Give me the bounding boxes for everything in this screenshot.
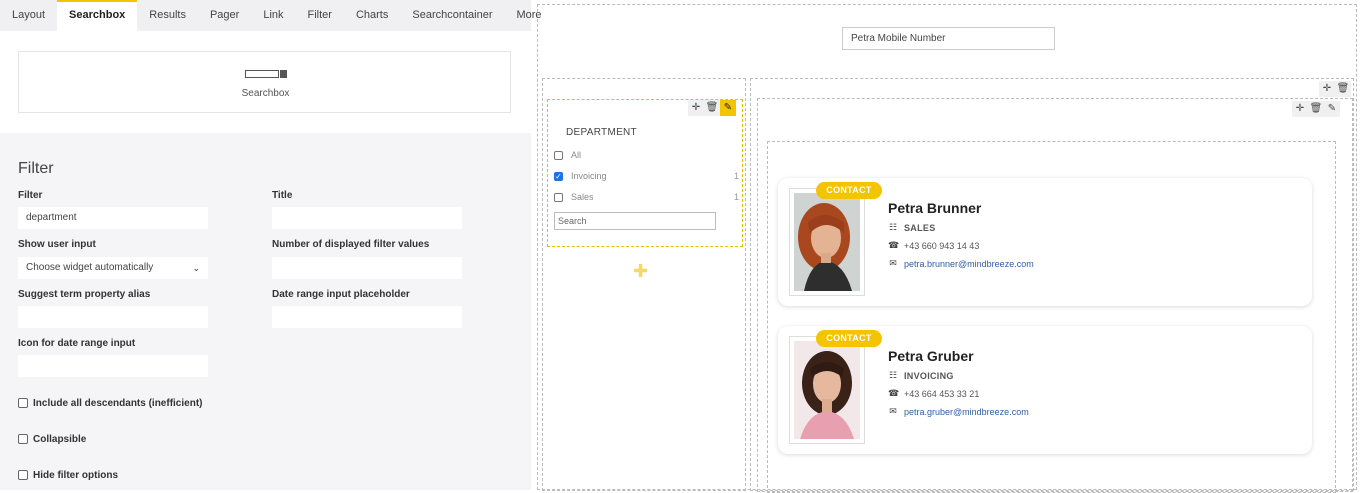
include-descendants-option[interactable]: Include all descendants (inefficient) xyxy=(18,396,202,410)
tab-layout[interactable]: Layout xyxy=(0,0,57,31)
editor-tabs: Layout Searchbox Results Pager Link Filt… xyxy=(0,0,542,31)
contact-department: ☷ INVOICING xyxy=(888,370,954,381)
trash-icon[interactable]: 🗑︎ xyxy=(704,100,720,116)
title-label: Title xyxy=(272,190,293,201)
pencil-icon[interactable]: ✎ xyxy=(1324,101,1340,117)
portrait-image xyxy=(794,193,860,291)
collapsible-checkbox[interactable] xyxy=(18,434,28,444)
show-user-input-value: Choose widget automatically xyxy=(26,262,154,273)
phone-icon: ☎ xyxy=(888,240,900,250)
filter-option-checkbox[interactable]: ✓ xyxy=(554,171,563,181)
searchbox-widget-tile[interactable]: Searchbox xyxy=(18,51,511,113)
result-card[interactable]: CONTACT Petra Gruber ☷ INVOICING ☎ +43 6… xyxy=(778,326,1312,454)
contact-photo xyxy=(789,188,865,296)
filter-widget-toolbar: ✛ 🗑︎ ✎ xyxy=(688,100,736,116)
column-toolbar: ✛ 🗑︎ xyxy=(1319,81,1351,97)
tab-searchbox[interactable]: Searchbox xyxy=(57,0,138,31)
collapsible-label: Collapsible xyxy=(33,433,87,445)
preview-right-column: ✛ 🗑︎ ✛ 🗑︎ ✎ CONTACT Petra Brunner ☷ SALE… xyxy=(750,78,1354,493)
date-icon-input[interactable] xyxy=(18,355,208,377)
move-icon[interactable]: ✛ xyxy=(688,100,704,116)
results-list: CONTACT Petra Brunner ☷ SALES ☎ +43 660 … xyxy=(767,141,1336,493)
contact-email: ✉ petra.gruber@mindbreeze.com xyxy=(888,406,1029,417)
searchbox-widget-label: Searchbox xyxy=(241,88,290,99)
num-values-input[interactable] xyxy=(272,257,462,279)
tab-pager[interactable]: Pager xyxy=(198,0,251,31)
tab-filter[interactable]: Filter xyxy=(296,0,344,31)
filter-option-checkbox[interactable] xyxy=(554,192,563,202)
filter-widget-title: DEPARTMENT xyxy=(566,127,637,138)
department-filter-widget[interactable]: ✛ 🗑︎ ✎ DEPARTMENT All ✓ Invoicing 1 Sale… xyxy=(547,99,743,247)
filter-input[interactable]: department xyxy=(18,207,208,229)
filter-section-title: Filter xyxy=(18,160,54,177)
contact-phone: ☎ +43 664 453 33 21 xyxy=(888,388,980,399)
contact-department: ☷ SALES xyxy=(888,222,936,233)
filter-option-label: All xyxy=(571,150,582,160)
trash-icon[interactable]: 🗑︎ xyxy=(1308,101,1324,117)
contact-email: ✉ petra.brunner@mindbreeze.com xyxy=(888,258,1034,269)
pencil-icon[interactable]: ✎ xyxy=(720,100,736,116)
plus-icon[interactable]: ✚ xyxy=(633,261,648,282)
trash-icon[interactable]: 🗑︎ xyxy=(1335,81,1351,97)
contact-email-link[interactable]: petra.gruber@mindbreeze.com xyxy=(904,407,1029,417)
include-descendants-label: Include all descendants (inefficient) xyxy=(33,397,203,409)
filter-option[interactable]: All xyxy=(554,149,739,161)
date-placeholder-input[interactable] xyxy=(272,306,462,328)
tab-searchcontainer[interactable]: Searchcontainer xyxy=(400,0,504,31)
searchbox-widget-icon xyxy=(245,70,287,78)
include-descendants-checkbox[interactable] xyxy=(18,398,28,408)
contact-email-link[interactable]: petra.brunner@mindbreeze.com xyxy=(904,259,1034,269)
phone-icon: ☎ xyxy=(888,388,900,398)
filter-option-label: Invoicing xyxy=(571,171,607,181)
tab-link[interactable]: Link xyxy=(251,0,295,31)
chevron-down-icon: ⌄ xyxy=(192,263,200,273)
envelope-icon: ✉ xyxy=(889,258,897,268)
contact-name[interactable]: Petra Brunner xyxy=(888,200,981,216)
hide-options-label: Hide filter options xyxy=(33,469,118,481)
suggest-alias-input[interactable] xyxy=(18,306,208,328)
filter-search-input[interactable]: Search xyxy=(554,212,716,230)
filter-option-count: 1 xyxy=(733,192,739,202)
tab-results[interactable]: Results xyxy=(137,0,198,31)
filter-option[interactable]: Sales 1 xyxy=(554,191,739,203)
filter-option-count: 1 xyxy=(733,171,739,181)
widget-palette: Searchbox xyxy=(0,31,531,133)
contact-badge: CONTACT xyxy=(816,330,882,347)
contact-phone: ☎ +43 660 943 14 43 xyxy=(888,240,980,251)
suggest-alias-label: Suggest term property alias xyxy=(18,289,151,300)
preview-search-input[interactable]: Petra Mobile Number xyxy=(842,27,1055,50)
editor-panel: Layout Searchbox Results Pager Link Filt… xyxy=(0,0,542,490)
filter-label: Filter xyxy=(18,190,43,201)
date-icon-label: Icon for date range input xyxy=(18,338,136,349)
portrait-image xyxy=(794,341,860,439)
tab-charts[interactable]: Charts xyxy=(344,0,400,31)
hide-options-option[interactable]: Hide filter options xyxy=(18,468,118,482)
filter-option[interactable]: ✓ Invoicing 1 xyxy=(554,170,739,182)
filter-option-checkbox[interactable] xyxy=(554,150,563,160)
move-icon[interactable]: ✛ xyxy=(1319,81,1335,97)
hide-options-checkbox[interactable] xyxy=(18,470,28,480)
contact-name[interactable]: Petra Gruber xyxy=(888,348,974,364)
collapsible-option[interactable]: Collapsible xyxy=(18,432,86,446)
num-values-label: Number of displayed filter values xyxy=(272,239,430,250)
title-input[interactable] xyxy=(272,207,462,229)
filter-option-label: Sales xyxy=(571,192,594,202)
preview-left-column: ✛ 🗑︎ ✎ DEPARTMENT All ✓ Invoicing 1 Sale… xyxy=(542,78,746,491)
date-placeholder-label: Date range input placeholder xyxy=(272,289,410,300)
move-icon[interactable]: ✛ xyxy=(1292,101,1308,117)
envelope-icon: ✉ xyxy=(889,406,897,416)
org-chart-icon: ☷ xyxy=(888,222,898,232)
results-widget[interactable]: ✛ 🗑︎ ✎ CONTACT Petra Brunner ☷ SALES ☎ +… xyxy=(757,98,1353,493)
contact-photo xyxy=(789,336,865,444)
show-user-input-label: Show user input xyxy=(18,239,96,250)
show-user-input-select[interactable]: Choose widget automatically ⌄ xyxy=(18,257,208,279)
org-chart-icon: ☷ xyxy=(888,370,898,380)
result-card[interactable]: CONTACT Petra Brunner ☷ SALES ☎ +43 660 … xyxy=(778,178,1312,306)
contact-badge: CONTACT xyxy=(816,182,882,199)
results-widget-toolbar: ✛ 🗑︎ ✎ xyxy=(1292,101,1340,117)
preview-canvas: Petra Mobile Number ✛ 🗑︎ ✎ DEPARTMENT Al… xyxy=(537,4,1357,493)
